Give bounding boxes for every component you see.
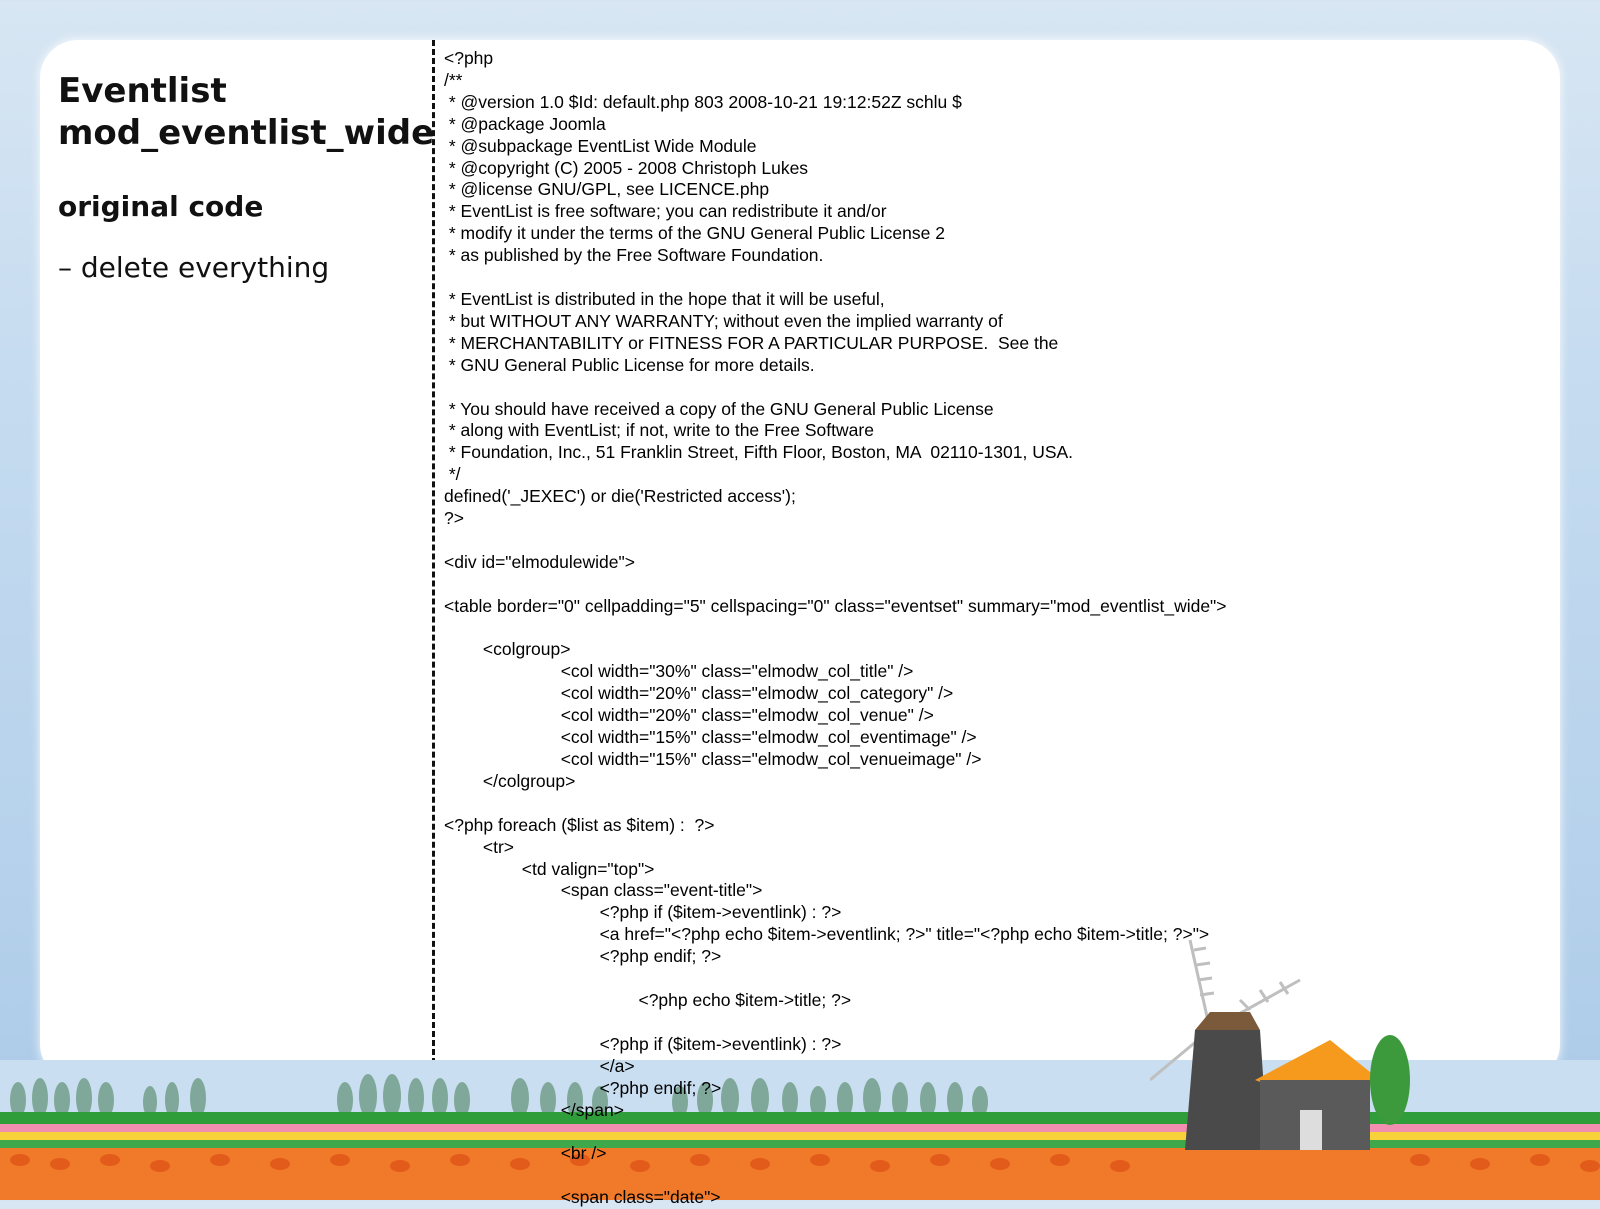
- slide-title-line2: mod_eventlist_wide: [58, 113, 435, 153]
- bullet-item: – delete everything: [58, 251, 330, 284]
- slide-title-line1: Eventlist: [58, 71, 227, 111]
- code-listing: <?php /** * @version 1.0 $Id: default.ph…: [444, 48, 1227, 1208]
- dashed-divider: [432, 40, 435, 1082]
- left-column: Eventlist mod_eventlist_wide original co…: [58, 70, 434, 284]
- slide-title: Eventlist mod_eventlist_wide: [58, 70, 434, 154]
- slide-subtitle: original code: [58, 190, 264, 223]
